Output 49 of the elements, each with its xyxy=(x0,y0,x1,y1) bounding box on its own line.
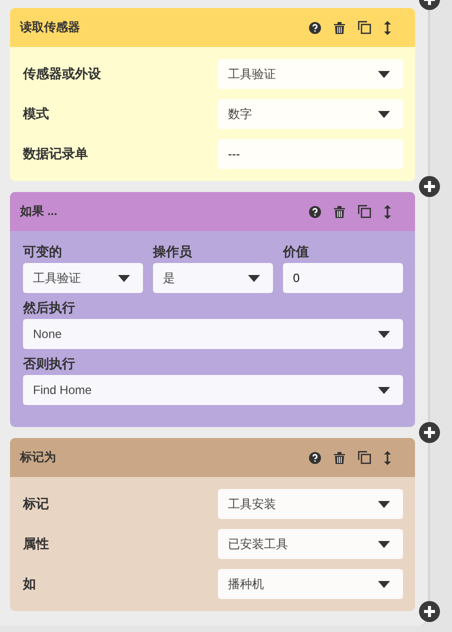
field-label: 可变的 xyxy=(23,243,63,261)
caret-icon xyxy=(248,274,260,282)
field-label: 属性 xyxy=(23,535,49,553)
add-step-icon[interactable] xyxy=(419,176,440,197)
dropdown[interactable]: 是 xyxy=(153,263,273,293)
copy-icon[interactable] xyxy=(358,21,371,34)
field-label: 标记 xyxy=(23,495,49,513)
field-label: 否则执行 xyxy=(23,355,76,373)
caret-icon xyxy=(378,70,390,78)
field-label: 然后执行 xyxy=(23,299,76,317)
dropdown[interactable]: 播种机 xyxy=(218,569,403,599)
field-label: 模式 xyxy=(23,105,49,123)
step-title: 标记为 xyxy=(20,449,57,466)
help-icon[interactable] xyxy=(309,206,321,218)
caret-icon xyxy=(378,540,390,548)
field-label: 如 xyxy=(23,575,36,593)
caret-icon xyxy=(378,110,390,118)
vertical-arrows-icon[interactable] xyxy=(384,20,391,34)
caret-icon xyxy=(378,500,390,508)
dropdown[interactable]: 已安装工具 xyxy=(218,529,403,559)
add-step-icon[interactable] xyxy=(419,601,440,622)
field-label: 操作员 xyxy=(153,243,193,261)
vertical-arrows-icon[interactable] xyxy=(384,204,391,218)
caret-icon xyxy=(378,386,390,394)
copy-icon[interactable] xyxy=(358,451,371,464)
input-field[interactable]: --- xyxy=(218,139,403,169)
caret-icon xyxy=(378,330,390,338)
field-label: 传感器或外设 xyxy=(23,65,101,83)
field-label: 数据记录单 xyxy=(23,145,88,163)
dropdown[interactable]: 工具安装 xyxy=(218,489,403,519)
field-label: 价值 xyxy=(283,243,310,261)
dropdown[interactable]: 工具验证 xyxy=(23,263,143,293)
step-title: 如果 ... xyxy=(20,203,58,220)
dropdown[interactable]: None xyxy=(23,319,403,349)
dropdown[interactable]: Find Home xyxy=(23,375,403,405)
dropdown[interactable]: 数字 xyxy=(218,99,403,129)
dropdown[interactable]: 工具验证 xyxy=(218,59,403,89)
input-field[interactable]: 0 xyxy=(283,263,403,293)
add-step-icon[interactable] xyxy=(419,422,440,443)
trash-icon[interactable] xyxy=(334,22,345,34)
caret-icon xyxy=(378,580,390,588)
caret-icon xyxy=(118,274,130,282)
step-title: 读取传感器 xyxy=(20,19,81,36)
trash-icon[interactable] xyxy=(334,206,345,218)
copy-icon[interactable] xyxy=(358,205,371,218)
vertical-arrows-icon[interactable] xyxy=(384,450,391,464)
trash-icon[interactable] xyxy=(334,452,345,464)
help-icon[interactable] xyxy=(309,452,321,464)
help-icon[interactable] xyxy=(309,22,321,34)
